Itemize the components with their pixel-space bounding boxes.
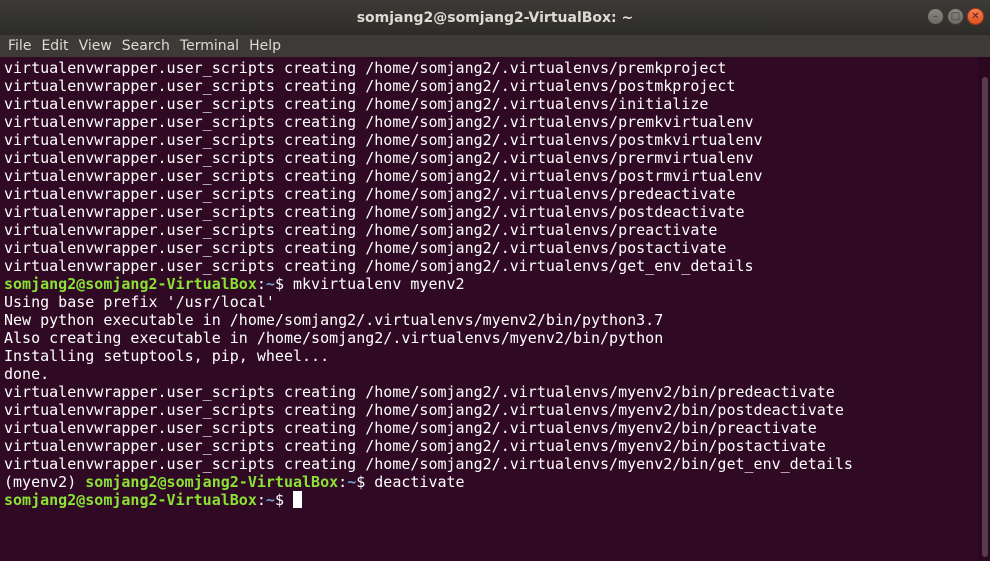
output-line: virtualenvwrapper.user_scripts creating … bbox=[4, 239, 727, 257]
minimize-icon: – bbox=[933, 10, 938, 22]
output-line: virtualenvwrapper.user_scripts creating … bbox=[4, 203, 745, 221]
output-line: virtualenvwrapper.user_scripts creating … bbox=[4, 221, 718, 239]
menu-view[interactable]: View bbox=[74, 35, 117, 57]
prompt-line-mkvirtualenv: somjang2@somjang2-VirtualBox:~$ mkvirtua… bbox=[4, 275, 465, 293]
prompt-user: somjang2@somjang2-VirtualBox bbox=[4, 275, 257, 293]
output-line: New python executable in /home/somjang2/… bbox=[4, 311, 664, 329]
terminal-window: somjang2@somjang2-VirtualBox: ~ – □ ✕ Fi… bbox=[0, 0, 990, 561]
output-line: virtualenvwrapper.user_scripts creating … bbox=[4, 59, 727, 77]
command-text bbox=[284, 491, 293, 509]
output-line: virtualenvwrapper.user_scripts creating … bbox=[4, 167, 763, 185]
command-text: mkvirtualenv myenv2 bbox=[283, 275, 465, 293]
menu-edit[interactable]: Edit bbox=[36, 35, 73, 57]
text-cursor bbox=[293, 491, 302, 508]
maximize-button[interactable]: □ bbox=[947, 8, 964, 25]
prompt-line-current[interactable]: somjang2@somjang2-VirtualBox:~$ bbox=[4, 491, 974, 509]
scrollbar[interactable] bbox=[978, 57, 990, 561]
output-line: Using base prefix '/usr/local' bbox=[4, 293, 275, 311]
scrollbar-thumb[interactable] bbox=[982, 77, 988, 557]
output-line: done. bbox=[4, 365, 50, 383]
terminal-output[interactable]: virtualenvwrapper.user_scripts creating … bbox=[0, 57, 978, 561]
menu-file[interactable]: File bbox=[3, 35, 36, 57]
output-line: virtualenvwrapper.user_scripts creating … bbox=[4, 95, 709, 113]
prompt-user: somjang2@somjang2-VirtualBox bbox=[4, 491, 257, 509]
prompt-symbol: $ bbox=[356, 473, 366, 491]
close-button[interactable]: ✕ bbox=[967, 8, 984, 25]
output-line: virtualenvwrapper.user_scripts creating … bbox=[4, 149, 754, 167]
output-line: virtualenvwrapper.user_scripts creating … bbox=[4, 113, 754, 131]
menu-search[interactable]: Search bbox=[117, 35, 175, 57]
minimize-button[interactable]: – bbox=[927, 8, 944, 25]
window-title: somjang2@somjang2-VirtualBox: ~ bbox=[356, 9, 634, 26]
maximize-icon: □ bbox=[950, 10, 961, 22]
output-line: virtualenvwrapper.user_scripts creating … bbox=[4, 77, 736, 95]
prompt-path: ~ bbox=[265, 275, 275, 293]
menu-terminal[interactable]: Terminal bbox=[175, 35, 244, 57]
output-line: Installing setuptools, pip, wheel... bbox=[4, 347, 330, 365]
command-text: deactivate bbox=[365, 473, 465, 491]
window-controls: – □ ✕ bbox=[927, 8, 984, 25]
venv-indicator: (myenv2) bbox=[4, 473, 86, 491]
output-line: Also creating executable in /home/somjan… bbox=[4, 329, 664, 347]
output-line: virtualenvwrapper.user_scripts creating … bbox=[4, 401, 844, 419]
output-line: virtualenvwrapper.user_scripts creating … bbox=[4, 185, 736, 203]
menu-help[interactable]: Help bbox=[244, 35, 286, 57]
menu-bar: File Edit View Search Terminal Help bbox=[0, 35, 990, 57]
prompt-path: ~ bbox=[347, 473, 357, 491]
output-line: virtualenvwrapper.user_scripts creating … bbox=[4, 383, 835, 401]
close-icon: ✕ bbox=[971, 10, 980, 22]
output-line: virtualenvwrapper.user_scripts creating … bbox=[4, 455, 853, 473]
prompt-user: somjang2@somjang2-VirtualBox bbox=[85, 473, 339, 491]
prompt-line-deactivate: (myenv2) somjang2@somjang2-VirtualBox:~$… bbox=[4, 473, 465, 491]
prompt-symbol: $ bbox=[274, 491, 284, 509]
output-line: virtualenvwrapper.user_scripts creating … bbox=[4, 257, 754, 275]
output-line: virtualenvwrapper.user_scripts creating … bbox=[4, 131, 763, 149]
output-line: virtualenvwrapper.user_scripts creating … bbox=[4, 437, 826, 455]
output-line: virtualenvwrapper.user_scripts creating … bbox=[4, 419, 817, 437]
prompt-symbol: $ bbox=[274, 275, 284, 293]
prompt-path: ~ bbox=[265, 491, 275, 509]
title-bar[interactable]: somjang2@somjang2-VirtualBox: ~ – □ ✕ bbox=[0, 0, 990, 35]
